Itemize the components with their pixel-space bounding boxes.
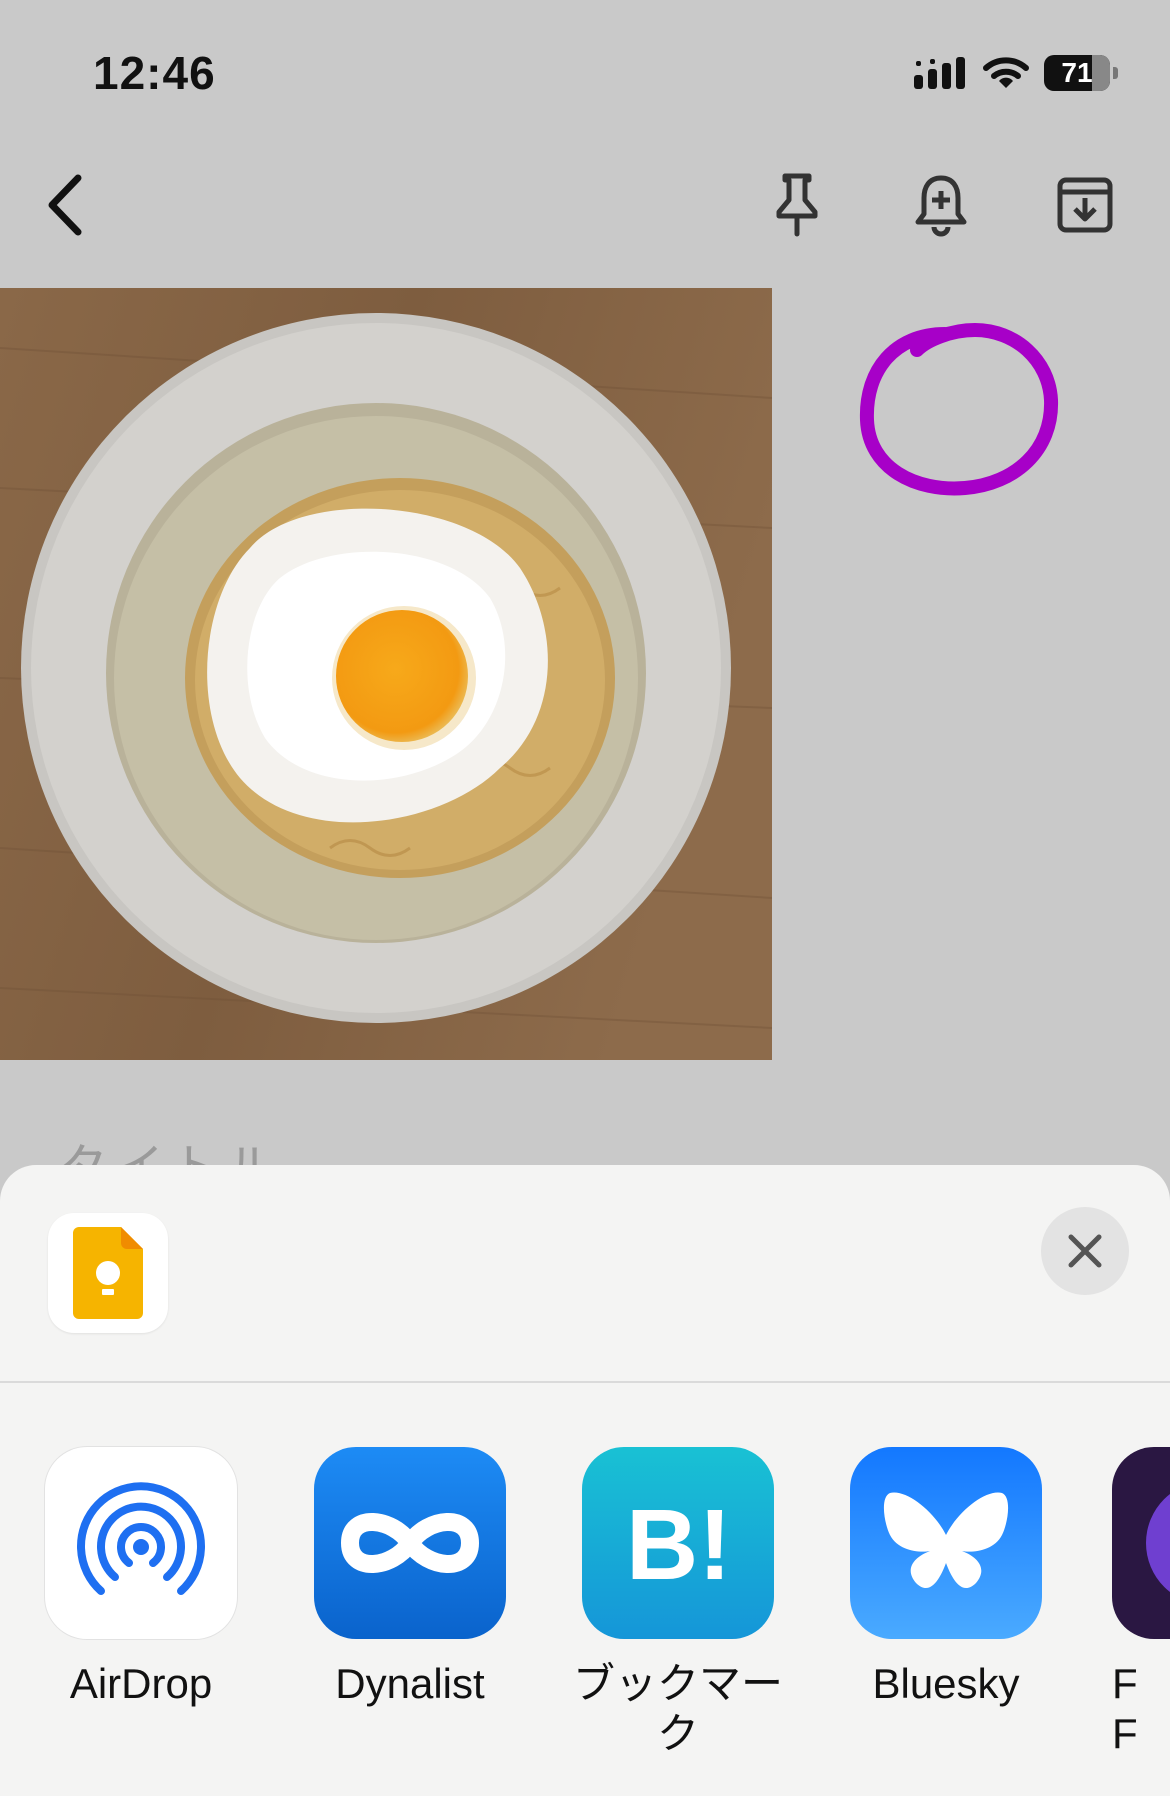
partial-app-icon [1112, 1447, 1170, 1639]
back-chevron-icon [48, 174, 82, 236]
bell-plus-icon [915, 175, 967, 237]
svg-text:B!: B! [626, 1493, 732, 1593]
close-icon [1068, 1234, 1102, 1268]
drawing-stroke [859, 322, 1059, 496]
wifi-icon [983, 57, 1029, 88]
share-sheet: AirDrop Dynalist B! ブックマーク Bluesky F F [0, 1165, 1170, 1796]
note-toolbar [0, 150, 1170, 260]
hand-drawn-circle[interactable] [855, 320, 1065, 520]
status-time: 12:46 [93, 47, 216, 99]
share-targets-row: AirDrop Dynalist B! ブックマーク Bluesky F F [0, 1447, 1170, 1796]
share-label-airdrop: AirDrop [69, 1660, 213, 1707]
share-target-bluesky[interactable]: Bluesky [846, 1447, 1046, 1709]
google-keep-icon [73, 1227, 143, 1319]
share-target-airdrop[interactable]: AirDrop [41, 1447, 241, 1709]
pin-button[interactable] [762, 170, 832, 240]
cellular-signal-icon [914, 57, 965, 89]
battery-icon: 71 [1044, 55, 1118, 91]
battery-level: 71 [1061, 57, 1093, 88]
share-label-hatena-bookmark: ブックマーク [572, 1660, 783, 1757]
share-label-bluesky: Bluesky [872, 1660, 1020, 1707]
status-bar: 12:46 71 [0, 0, 1170, 140]
archive-icon [1057, 177, 1113, 233]
share-target-dynalist[interactable]: Dynalist [310, 1447, 510, 1709]
note-image-ramen[interactable] [0, 288, 772, 1060]
ramen-bowl-image [0, 288, 772, 1060]
dynalist-icon [314, 1447, 506, 1639]
share-label-partial: F F [1112, 1660, 1138, 1757]
sheet-divider [0, 1381, 1170, 1383]
source-app-icon [48, 1213, 168, 1333]
share-label-dynalist: Dynalist [335, 1660, 485, 1707]
status-icons: 71 [914, 50, 1118, 96]
add-reminder-button[interactable] [906, 170, 976, 240]
share-target-hatena-bookmark[interactable]: B! ブックマーク [573, 1447, 783, 1759]
share-target-partial[interactable]: F F [1112, 1447, 1170, 1759]
back-button[interactable] [30, 170, 100, 240]
bluesky-icon [850, 1447, 1042, 1639]
archive-button[interactable] [1050, 170, 1120, 240]
close-button[interactable] [1041, 1207, 1129, 1295]
hatena-bookmark-icon: B! [582, 1447, 774, 1639]
airdrop-icon [45, 1447, 237, 1639]
pin-icon [776, 173, 818, 237]
